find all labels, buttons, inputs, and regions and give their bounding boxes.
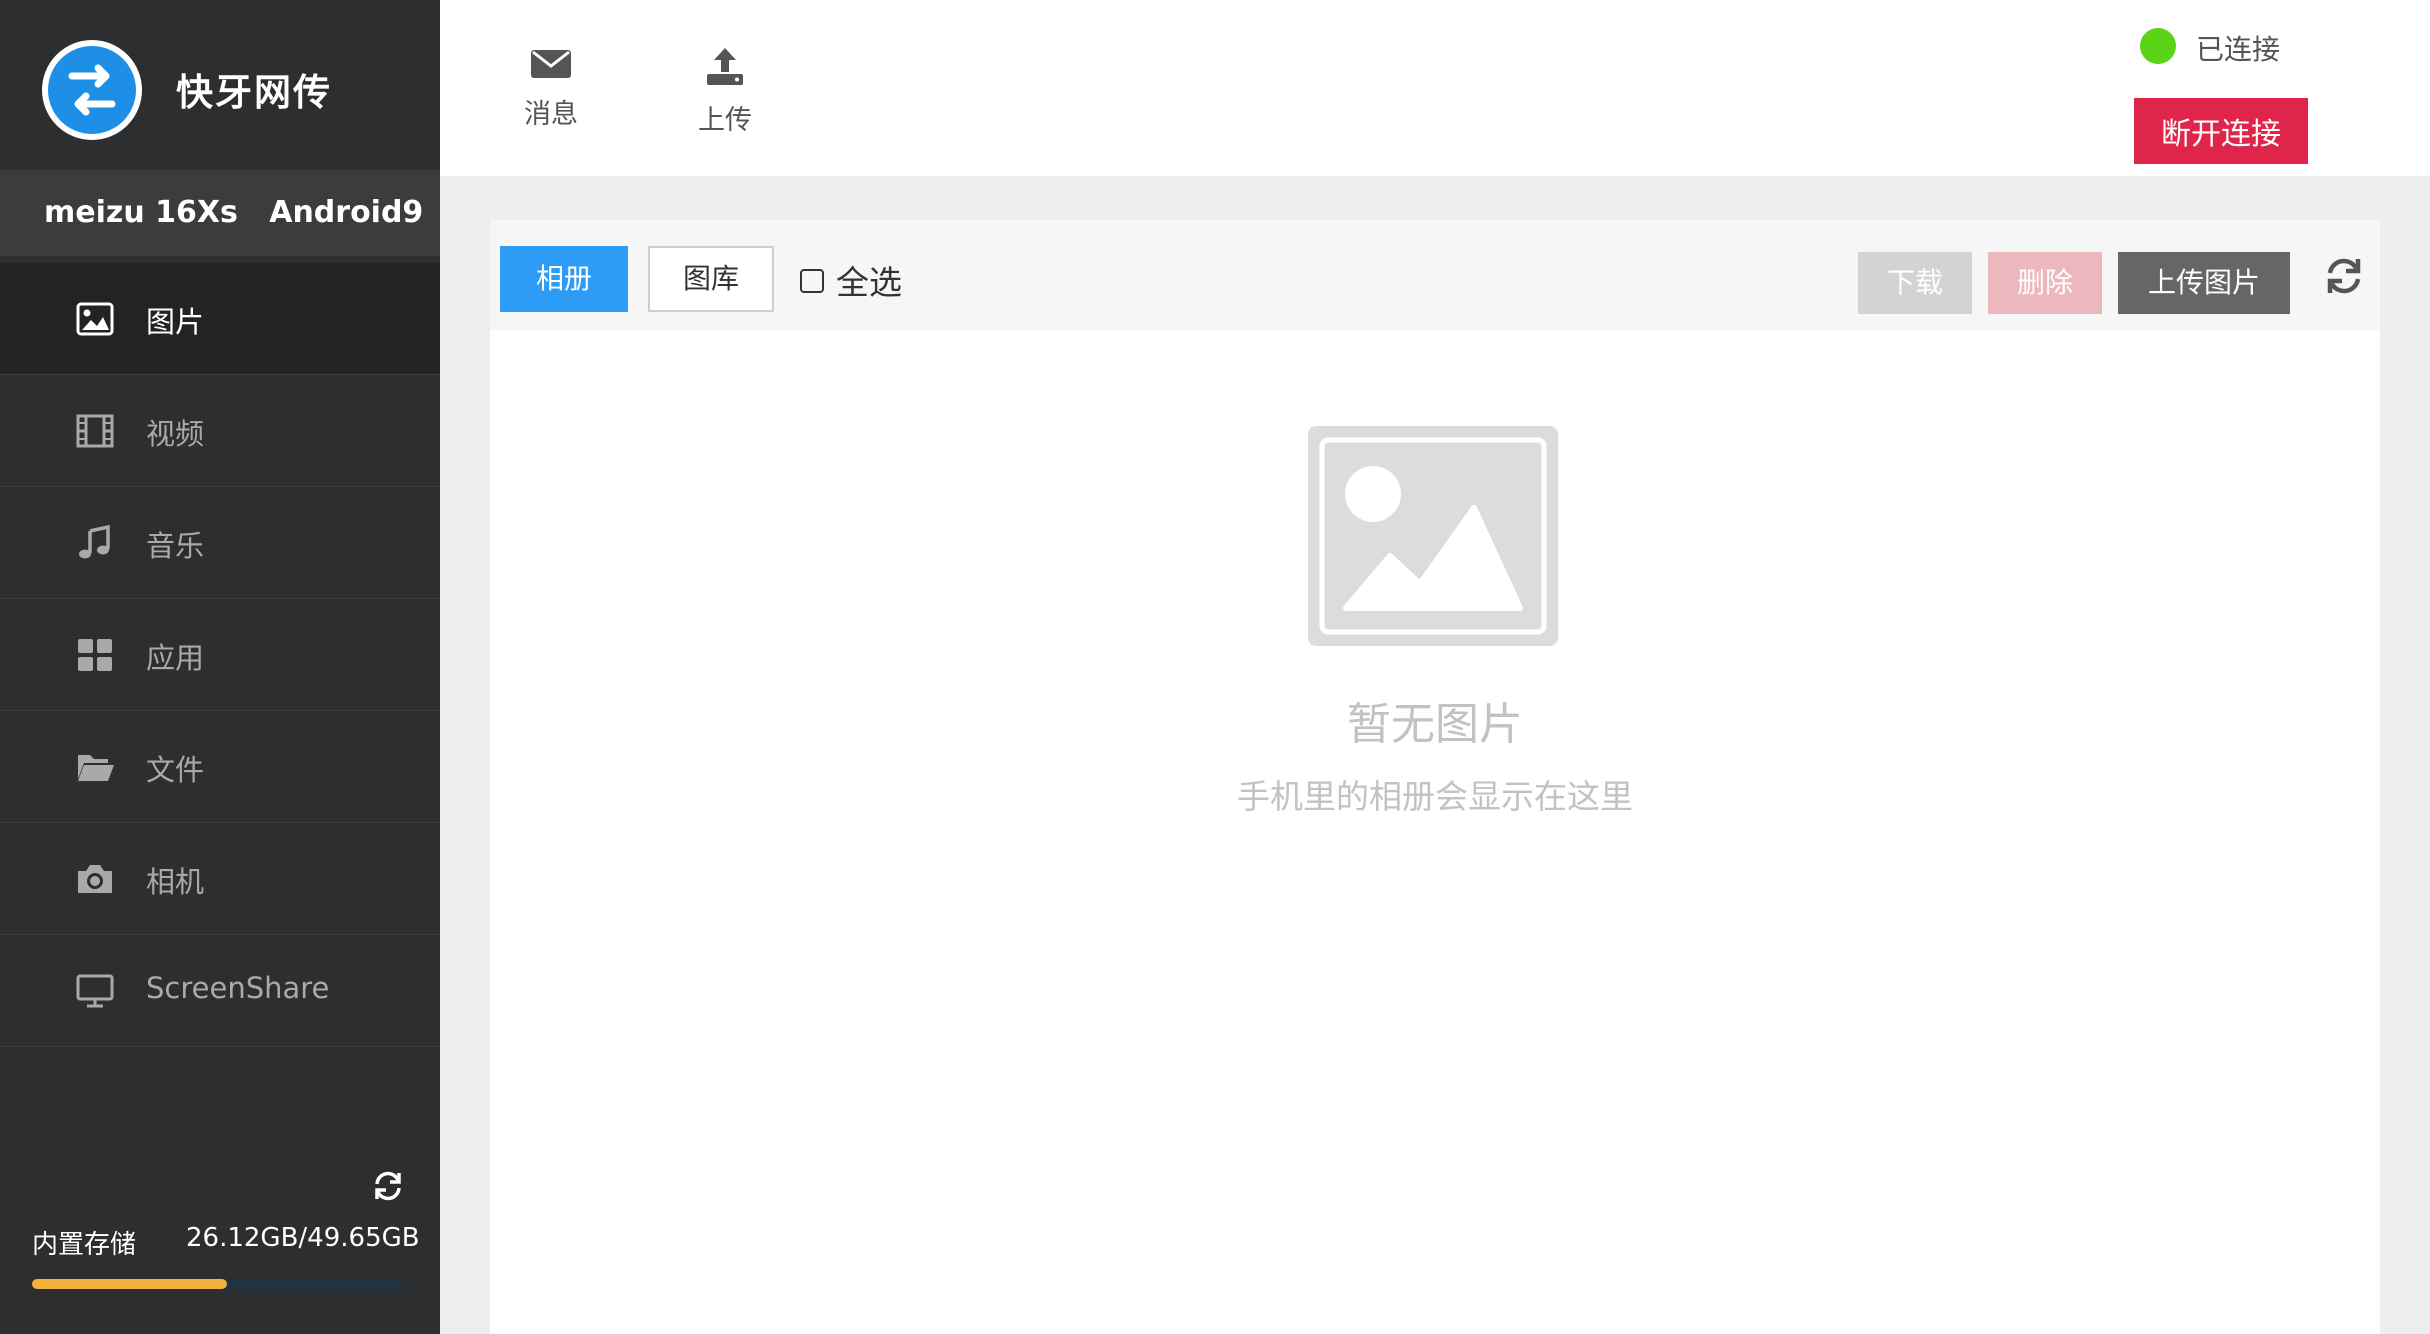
- empty-state-title: 暂无图片: [1347, 699, 1523, 750]
- upload-image-button[interactable]: 上传图片: [2118, 252, 2290, 314]
- connection-status-text: 已连接: [2196, 33, 2281, 66]
- sidebar-item-images[interactable]: 图片: [0, 263, 440, 375]
- connection-status-dot: [2140, 28, 2176, 64]
- tab-album[interactable]: 相册: [500, 246, 628, 312]
- sidebar-nav: 图片 视频 音乐 应用 文件 相机 ScreenShare: [0, 263, 440, 1047]
- app-name: 快牙网传: [176, 71, 332, 114]
- storage-progress-fill: [32, 1279, 227, 1289]
- app-logo-icon: [42, 40, 142, 140]
- download-button[interactable]: 下载: [1858, 252, 1972, 314]
- sidebar-item-videos[interactable]: 视频: [0, 375, 440, 487]
- sidebar-item-label: ScreenShare: [146, 971, 330, 1005]
- select-all-checkbox[interactable]: 全选: [800, 256, 902, 304]
- monitor-icon: [76, 974, 114, 1008]
- film-icon: [76, 414, 114, 448]
- storage-value: 26.12GB/49.65GB: [186, 1223, 420, 1253]
- logo-area: 快牙网传: [0, 0, 440, 170]
- messages-label: 消息: [524, 99, 578, 130]
- sidebar-item-label: 音乐: [146, 529, 205, 563]
- upload-button[interactable]: 上传: [670, 46, 780, 137]
- sidebar-item-screenshare[interactable]: ScreenShare: [0, 935, 440, 1047]
- sidebar-item-label: 相机: [146, 865, 205, 899]
- device-label: meizu 16Xs Android9: [0, 170, 440, 256]
- top-toolbar: 消息 上传 已连接 断开连接: [440, 0, 2430, 176]
- empty-state-subtitle: 手机里的相册会显示在这里: [1237, 777, 1633, 816]
- main-panel: 相册 图库 全选 下载 删除 上传图片 暂无图片 手机里的相册会显示在这里: [490, 220, 2380, 1334]
- messages-button[interactable]: 消息: [496, 46, 606, 131]
- upload-icon: [707, 48, 743, 85]
- image-icon: [76, 302, 114, 336]
- sidebar-item-apps[interactable]: 应用: [0, 599, 440, 711]
- refresh-icon[interactable]: [2324, 256, 2364, 296]
- storage-label: 内置存储: [32, 1230, 137, 1260]
- storage-progress-bar: [32, 1279, 402, 1289]
- sidebar-item-label: 视频: [146, 417, 205, 451]
- upload-label: 上传: [698, 105, 752, 136]
- apps-grid-icon: [78, 639, 112, 671]
- delete-button[interactable]: 删除: [1988, 252, 2102, 314]
- storage-refresh-icon[interactable]: [372, 1170, 404, 1202]
- tab-gallery[interactable]: 图库: [648, 246, 774, 312]
- sidebar-item-files[interactable]: 文件: [0, 711, 440, 823]
- sidebar-item-label: 应用: [146, 641, 205, 675]
- checkbox-icon[interactable]: [800, 268, 824, 293]
- sidebar-item-label: 文件: [146, 753, 205, 787]
- disconnect-button[interactable]: 断开连接: [2134, 98, 2308, 164]
- camera-icon: [78, 865, 112, 893]
- sidebar-item-music[interactable]: 音乐: [0, 487, 440, 599]
- folder-icon: [78, 755, 114, 781]
- select-all-label: 全选: [836, 263, 902, 302]
- sidebar-item-camera[interactable]: 相机: [0, 823, 440, 935]
- empty-image-placeholder-icon: [1308, 426, 1558, 646]
- sidebar: 快牙网传 meizu 16Xs Android9 图片 视频 音乐 应用 文件 …: [0, 0, 440, 1334]
- music-icon: [79, 525, 110, 559]
- sidebar-item-label: 图片: [146, 305, 205, 339]
- panel-toolbar: 相册 图库 全选 下载 删除 上传图片: [490, 220, 2380, 330]
- envelope-icon: [531, 50, 571, 78]
